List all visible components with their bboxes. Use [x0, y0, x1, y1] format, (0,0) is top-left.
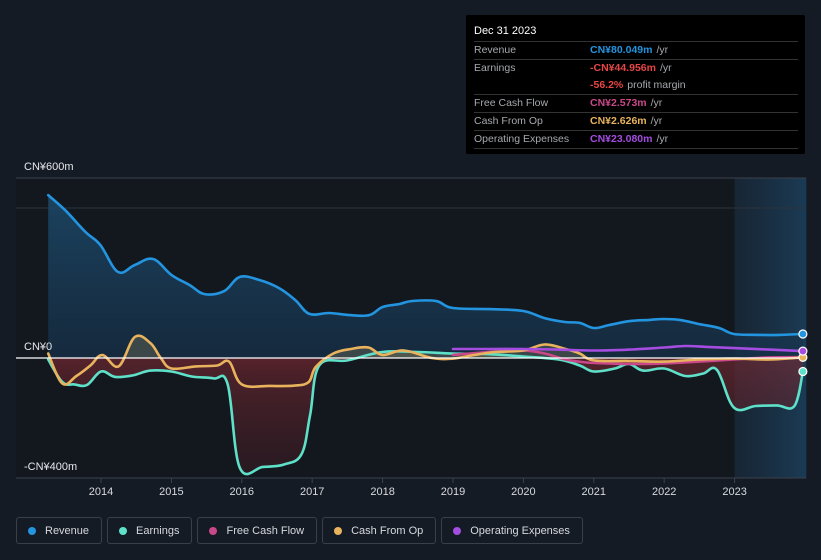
x-tick-label: 2014	[89, 486, 113, 498]
x-tick-label: 2022	[652, 486, 676, 498]
x-tick-label: 2018	[370, 486, 394, 498]
tooltip-row: Operating Expenses CN¥23.080m/yr	[474, 131, 798, 149]
legend-item-revenue[interactable]: Revenue	[16, 517, 103, 544]
y-tick-label: CN¥0	[24, 341, 52, 353]
tooltip-key: Free Cash Flow	[474, 97, 549, 109]
legend-dot-icon	[119, 526, 128, 535]
tooltip-unit: /yr	[656, 133, 669, 145]
legend-item-operating-expenses[interactable]: Operating Expenses	[441, 517, 583, 544]
tooltip-row: Earnings -CN¥44.956m/yr	[474, 60, 798, 77]
tooltip-unit: profit margin	[627, 79, 686, 91]
legend-dot-icon	[453, 526, 462, 535]
legend-dot-icon	[28, 526, 36, 535]
x-tick-label: 2021	[582, 486, 606, 498]
x-tick-label: 2017	[300, 486, 324, 498]
legend-dot-icon	[334, 526, 343, 535]
legend-dot-icon	[209, 526, 218, 535]
tooltip-key: Revenue	[474, 44, 517, 56]
x-tick-label: 2023	[722, 486, 746, 498]
highlight-region	[734, 178, 807, 478]
y-tick-label: -CN¥400m	[24, 461, 77, 473]
tooltip-value: -CN¥44.956m	[590, 62, 656, 74]
legend-label: Revenue	[45, 524, 90, 537]
tooltip-row: Cash From Op CN¥2.626m/yr	[474, 113, 798, 131]
legend-label: Free Cash Flow	[226, 524, 305, 537]
legend-label: Earnings	[136, 524, 180, 537]
revenue-end-marker	[798, 329, 808, 339]
earnings-end-marker	[798, 366, 808, 377]
tooltip-value: CN¥23.080m	[590, 133, 653, 145]
tooltip-row: Free Cash Flow CN¥2.573m/yr	[474, 95, 798, 113]
legend-item-cash-from-op[interactable]: Cash From Op	[322, 517, 437, 544]
x-tick-label: 2015	[159, 486, 183, 498]
tooltip: Dec 31 2023 Revenue CN¥80.049m/yr Earnings…	[466, 15, 805, 154]
legend-item-free-cash-flow[interactable]: Free Cash Flow	[197, 517, 318, 544]
tooltip-key: Operating Expenses	[474, 133, 570, 145]
tooltip-row: -56.2% profit margin	[474, 77, 798, 95]
tooltip-key	[474, 77, 590, 94]
tooltip-unit: /yr	[659, 62, 672, 74]
tooltip-key: Earnings	[474, 62, 516, 74]
tooltip-value: -56.2%	[590, 79, 624, 91]
legend-label: Cash From Op	[351, 524, 424, 537]
tooltip-date: Dec 31 2023	[474, 24, 798, 42]
tooltip-unit: /yr	[650, 115, 663, 127]
legend-item-earnings[interactable]: Earnings	[107, 517, 193, 544]
x-tick-label: 2019	[441, 486, 465, 498]
y-tick-label: CN¥600m	[24, 161, 74, 173]
tooltip-value: CN¥2.573m	[590, 97, 647, 109]
tooltip-key: Cash From Op	[474, 115, 543, 127]
tooltip-unit: /yr	[650, 97, 663, 109]
x-tick-label: 2020	[511, 486, 535, 498]
tooltip-unit: /yr	[656, 44, 669, 56]
legend-label: Operating Expenses	[470, 524, 570, 537]
operating-expenses-end-marker	[798, 346, 808, 356]
legend: Revenue Earnings Free Cash Flow Cash From O…	[16, 517, 583, 544]
tooltip-value: CN¥2.626m	[590, 115, 647, 127]
tooltip-value: CN¥80.049m	[590, 44, 653, 56]
x-tick-label: 2016	[230, 486, 254, 498]
tooltip-row: Revenue CN¥80.049m/yr	[474, 42, 798, 60]
